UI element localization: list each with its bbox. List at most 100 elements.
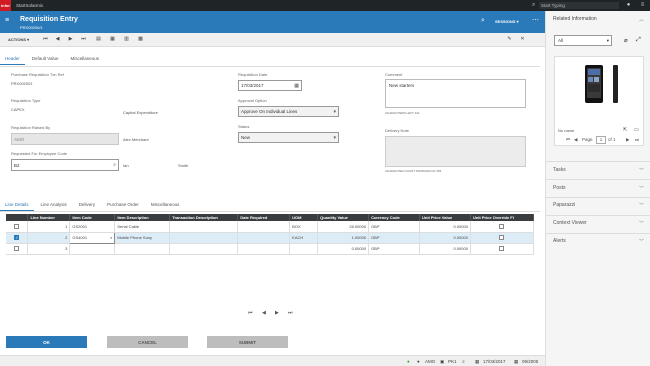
calendar-icon[interactable]: ▦ [109, 36, 116, 43]
chevron-down-icon[interactable]: ﹀ [639, 167, 644, 174]
ok-button[interactable]: OK [6, 336, 87, 348]
date-required-cell[interactable] [237, 221, 291, 233]
first-page-icon[interactable]: ⏮ [248, 310, 253, 316]
chevron-down-icon[interactable]: ﹀ [639, 238, 644, 245]
hamburger-icon[interactable]: ≡ [5, 17, 9, 24]
sessions-button[interactable]: SESSIONS ▾ [495, 19, 519, 24]
approval-select[interactable]: Approve On Individual Lines ▾ [238, 106, 339, 117]
last-page-icon[interactable]: ⏭ [635, 137, 639, 142]
page-input[interactable]: 1 [596, 136, 606, 144]
column-header[interactable]: Currency Code [368, 214, 420, 221]
column-header[interactable]: Date Required [237, 214, 291, 221]
row-checkbox[interactable] [14, 246, 20, 252]
column-header[interactable]: Unit Price Value [419, 214, 471, 221]
uom-cell[interactable]: BOX [289, 221, 319, 233]
transaction-description-cell[interactable] [169, 243, 239, 255]
pin-icon[interactable]: ✎ [506, 36, 513, 43]
column-header[interactable]: Transaction Description [169, 214, 239, 221]
previous-page-icon[interactable]: ◀ [262, 310, 266, 316]
expand-icon[interactable]: ⤢ [636, 37, 641, 44]
item-code-cell[interactable]: GS4001 ⌕ [69, 231, 116, 244]
tab-header[interactable]: Header [0, 54, 25, 65]
tab-default-value[interactable]: Default Value [27, 54, 64, 65]
tab-line-miscellaneous[interactable]: Miscellaneous [146, 200, 185, 211]
tab-line-analysis[interactable]: Line Analysis [36, 200, 72, 211]
next-page-icon[interactable]: ▶ [626, 137, 629, 143]
chevron-up-icon[interactable]: ︿ [639, 16, 644, 23]
table-row[interactable]: 1 GS2001 Serial Cable BOX 25.00000 GBP 0… [6, 221, 535, 233]
delivery-note-textarea[interactable] [385, 136, 526, 167]
user-icon[interactable]: ● [624, 1, 633, 10]
lookup-icon[interactable]: ⌕ [110, 235, 112, 240]
last-page-icon[interactable]: ⏭ [288, 310, 293, 316]
item-image-card[interactable]: No name ⇱ ▭ [554, 56, 644, 146]
currency-cell[interactable]: GBP [368, 232, 420, 244]
actions-menu-button[interactable]: ACTIONS ▾ [8, 37, 29, 42]
column-header[interactable]: Item Code [69, 214, 116, 221]
unit-price-cell[interactable]: 0.00000 [419, 243, 471, 255]
print-icon[interactable]: ▩ [137, 36, 144, 43]
section-posts[interactable]: Posts [553, 185, 566, 191]
attachment-icon[interactable]: ⌀ [624, 37, 628, 44]
comment-icon[interactable]: ▭ [634, 127, 639, 133]
column-header[interactable]: Quantity Value [317, 214, 370, 221]
cancel-button[interactable]: CANCEL [107, 336, 188, 348]
status-select[interactable]: New ▾ [238, 132, 339, 143]
chevron-down-icon[interactable]: ﹀ [639, 220, 644, 227]
global-search-input[interactable]: Start Typing [539, 2, 619, 9]
unit-price-cell[interactable]: 0.00000 [419, 221, 471, 233]
currency-cell[interactable]: GBP [368, 221, 420, 233]
document-icon[interactable]: ▤ [95, 36, 102, 43]
first-record-icon[interactable]: ⏮ [42, 36, 49, 43]
chevron-down-icon[interactable]: ﹀ [639, 185, 644, 192]
requested-for-input[interactable]: B2 ⌕ [11, 159, 119, 171]
next-page-icon[interactable]: ▶ [275, 310, 279, 316]
next-record-icon[interactable]: ▶ [67, 36, 74, 43]
price-override-checkbox[interactable] [499, 246, 505, 252]
date-required-cell[interactable] [237, 232, 291, 244]
close-icon[interactable]: ✕ [519, 36, 526, 43]
section-tasks[interactable]: Tasks [553, 167, 566, 173]
table-row[interactable]: ✓ 2 GS4001 ⌕ Mobile Phone Sony EACH 1.00… [6, 231, 535, 244]
more-options-icon[interactable]: ⋯ [532, 16, 539, 24]
header-search-icon[interactable]: ⌕ [481, 17, 485, 25]
copy-icon[interactable]: ▥ [123, 36, 130, 43]
table-row[interactable]: 3 0.00000 GBP 0.00000 [6, 243, 535, 255]
tab-purchase-order[interactable]: Purchase Order [102, 200, 144, 211]
req-date-input[interactable]: 17/03/2017 ▦ [238, 80, 302, 91]
price-override-checkbox[interactable] [499, 223, 505, 229]
column-header[interactable]: Line Number [27, 214, 71, 221]
open-icon[interactable]: ⇱ [623, 127, 627, 133]
section-alerts[interactable]: Alerts [553, 238, 566, 244]
section-context-viewer[interactable]: Context Viewer [553, 220, 587, 226]
tab-delivery[interactable]: Delivery [74, 200, 100, 211]
previous-record-icon[interactable]: ◀ [54, 36, 61, 43]
chevron-down-icon[interactable]: ﹀ [639, 202, 644, 209]
column-header[interactable]: Unit Price Override Fl [470, 214, 535, 221]
section-paparazzi[interactable]: Paparazzi [553, 202, 575, 208]
row-checkbox[interactable]: ✓ [14, 235, 20, 241]
price-override-checkbox[interactable] [499, 235, 505, 241]
tab-line-details[interactable]: Line Details [0, 200, 34, 211]
comment-textarea[interactable]: New starters [385, 79, 526, 108]
uom-cell[interactable]: EACH [289, 232, 319, 244]
related-filter-select[interactable]: All ▾ [554, 35, 612, 46]
transaction-description-cell[interactable] [169, 232, 239, 244]
previous-page-icon[interactable]: ◀ [574, 137, 577, 143]
calendar-icon[interactable]: ▦ [294, 83, 299, 89]
lookup-icon[interactable]: ⌕ [113, 162, 116, 168]
quantity-cell[interactable]: 0.00000 [317, 243, 370, 255]
row-checkbox[interactable] [14, 223, 20, 229]
submit-button[interactable]: SUBMIT [207, 336, 288, 348]
menu-grid-icon[interactable]: ≡ [638, 1, 647, 10]
column-header[interactable]: UOM [289, 214, 319, 221]
date-required-cell[interactable] [237, 243, 291, 255]
column-header[interactable]: Item Description [114, 214, 171, 221]
item-code-cell[interactable]: GS2001 [69, 221, 116, 233]
transaction-description-cell[interactable] [169, 221, 239, 233]
tab-miscellaneous[interactable]: Miscellaneous [65, 54, 104, 65]
unit-price-cell[interactable]: 0.00000 [419, 232, 471, 244]
quantity-cell[interactable]: 25.00000 [317, 221, 370, 233]
currency-cell[interactable]: GBP [368, 243, 420, 255]
uom-cell[interactable] [289, 243, 319, 255]
